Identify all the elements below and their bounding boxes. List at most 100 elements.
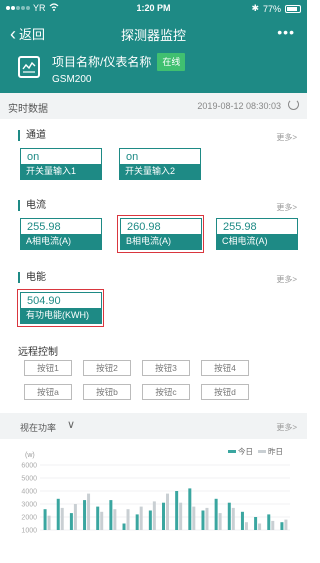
- chevron-left-icon: ‹: [10, 23, 16, 44]
- bar-yesterday: [192, 506, 196, 530]
- bar-today: [214, 498, 218, 530]
- card-value: 504.90: [27, 295, 61, 307]
- bar-yesterday: [100, 511, 104, 530]
- legend-swatch: [258, 450, 266, 453]
- bar-today: [254, 517, 258, 530]
- bar-today: [201, 510, 205, 530]
- card-label: 开关量输入1: [21, 164, 101, 179]
- legend-label: 昨日: [268, 446, 283, 456]
- energy-card[interactable]: 504.90 有功电能(KWH): [20, 292, 102, 324]
- bar-yesterday: [47, 515, 51, 530]
- power-title: 视在功率: [20, 423, 57, 433]
- back-button[interactable]: ‹ 返回: [10, 24, 45, 43]
- bar-today: [227, 502, 231, 530]
- bar-yesterday: [113, 509, 117, 530]
- y-tick-label: 2000: [21, 515, 37, 522]
- card-label: A相电流(A): [21, 234, 101, 249]
- remote-button-d[interactable]: 按钮d: [201, 384, 249, 400]
- bluetooth-icon: ✱: [251, 3, 259, 13]
- bar-yesterday: [179, 502, 183, 530]
- card-label: 有功电能(KWH): [21, 308, 101, 323]
- power-chart: (w) 1000 2000 3000 4000 5000 6000 今日 昨日: [21, 446, 290, 535]
- page-title: 探测器监控: [120, 28, 186, 43]
- remote-button-c[interactable]: 按钮c: [142, 384, 190, 400]
- legend-swatch: [228, 450, 236, 453]
- more-link-channel[interactable]: 更多>: [276, 132, 297, 143]
- remote-button-3[interactable]: 按钮3: [142, 360, 190, 376]
- bar-today: [267, 514, 271, 530]
- bar-today: [109, 500, 113, 530]
- bar-yesterday: [166, 493, 169, 530]
- remote-control-title: 远程控制: [18, 347, 58, 358]
- device-model: GSM200: [52, 74, 92, 85]
- more-link-energy[interactable]: 更多>: [276, 274, 297, 285]
- remote-button-1[interactable]: 按钮1: [24, 360, 72, 376]
- remote-button-b[interactable]: 按钮b: [83, 384, 131, 400]
- bar-yesterday: [87, 493, 91, 530]
- y-tick-label: 3000: [21, 502, 37, 509]
- chevron-down-icon[interactable]: ∨: [67, 418, 75, 431]
- card-label: 开关量输入2: [120, 164, 200, 179]
- legend-label: 今日: [238, 446, 253, 456]
- status-bar: YR 1:20 PM ✱ 77%: [0, 3, 307, 16]
- bar-yesterday: [244, 522, 248, 530]
- y-tick-label: 6000: [21, 463, 37, 470]
- bar-yesterday: [284, 519, 288, 530]
- bar-today: [135, 514, 139, 530]
- current-card-c[interactable]: 255.98 C相电流(A): [216, 218, 298, 250]
- bar-today: [96, 506, 100, 530]
- power-bar[interactable]: 视在功率 ∨ 更多>: [0, 413, 307, 439]
- bar-today: [148, 510, 152, 530]
- card-label: C相电流(A): [217, 234, 297, 249]
- refresh-icon[interactable]: [288, 99, 299, 110]
- card-value: on: [27, 151, 40, 163]
- back-label: 返回: [19, 27, 46, 42]
- y-tick-label: 1000: [21, 528, 37, 535]
- section-title-energy: 电能: [18, 272, 46, 283]
- status-badge: 在线: [157, 53, 186, 71]
- bar-today: [240, 511, 244, 530]
- battery-icon: [285, 4, 301, 13]
- status-right: ✱ 77%: [251, 3, 301, 14]
- app-header: YR 1:20 PM ✱ 77% ‹ 返回 探测器监控 ••• 项目名称/仪表名…: [0, 0, 307, 93]
- bar-today: [122, 523, 126, 530]
- bar-yesterday: [126, 509, 130, 530]
- remote-button-a[interactable]: 按钮a: [24, 384, 72, 400]
- bar-today: [175, 491, 179, 530]
- realtime-title: 实时数据: [8, 104, 48, 115]
- current-card-b[interactable]: 260.98 B相电流(A): [120, 218, 202, 250]
- y-tick-label: 5000: [21, 476, 37, 483]
- y-axis-label: (w): [25, 452, 35, 459]
- device-name: 项目名称/仪表名称: [52, 55, 152, 69]
- bar-yesterday: [139, 506, 143, 530]
- remote-button-4[interactable]: 按钮4: [201, 360, 249, 376]
- more-link-power[interactable]: 更多>: [276, 422, 297, 433]
- bar-yesterday: [218, 513, 222, 530]
- realtime-timestamp: 2019-08-12 08:30:03: [197, 101, 281, 111]
- current-card-a[interactable]: 255.98 A相电流(A): [20, 218, 102, 250]
- nav-bar: ‹ 返回 探测器监控 •••: [0, 22, 307, 44]
- channel-card-2[interactable]: on 开关量输入2: [119, 148, 201, 180]
- bar-yesterday: [271, 520, 275, 530]
- y-tick-label: 4000: [21, 489, 37, 496]
- bar-today: [43, 509, 47, 530]
- battery-percent: 77%: [262, 3, 281, 14]
- channel-card-1[interactable]: on 开关量输入1: [20, 148, 102, 180]
- bar-today: [188, 488, 192, 530]
- card-value: 255.98: [223, 221, 257, 233]
- card-value: 260.98: [127, 221, 161, 233]
- more-link-current[interactable]: 更多>: [276, 202, 297, 213]
- bar-today: [280, 522, 284, 530]
- card-value: on: [126, 151, 139, 163]
- bar-today: [69, 513, 73, 530]
- remote-button-2[interactable]: 按钮2: [83, 360, 131, 376]
- section-title-channel: 通道: [18, 130, 46, 141]
- bar-yesterday: [205, 507, 209, 530]
- bar-yesterday: [231, 507, 235, 530]
- section-title-current: 电流: [18, 200, 46, 211]
- more-menu-button[interactable]: •••: [277, 24, 295, 40]
- bar-yesterday: [152, 501, 156, 530]
- realtime-bar: 实时数据 2019-08-12 08:30:03: [0, 93, 307, 119]
- bar-today: [162, 502, 165, 530]
- bar-today: [56, 498, 60, 530]
